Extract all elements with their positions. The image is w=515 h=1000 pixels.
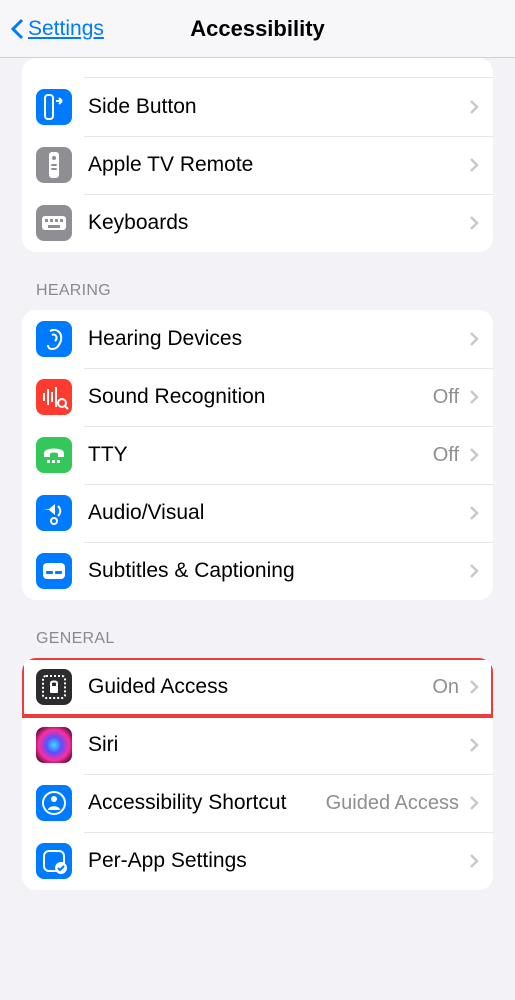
settings-group-card: Side Button Apple TV Remote Keyboards [22, 58, 493, 252]
content-scroll[interactable]: Side Button Apple TV Remote Keyboards HEARI… [0, 58, 515, 1000]
row-guided-access[interactable]: Guided AccessOn [22, 658, 493, 716]
chevron-right-icon [469, 389, 479, 405]
row-value: On [432, 676, 459, 699]
row-tty[interactable]: TTYOff [22, 426, 493, 484]
row-sound-recognition[interactable]: Sound RecognitionOff [22, 368, 493, 426]
app-check-icon [36, 843, 72, 879]
row-accessibility-shortcut[interactable]: Accessibility ShortcutGuided Access [22, 774, 493, 832]
lock-frame-icon [36, 669, 72, 705]
row-label: Guided Access [88, 674, 432, 699]
row-label: TTY [88, 442, 433, 467]
row-hearing-devices[interactable]: Hearing Devices [22, 310, 493, 368]
row-value: Off [433, 444, 459, 467]
chevron-right-icon [469, 157, 479, 173]
waveform-icon [36, 379, 72, 415]
settings-group-card: Hearing DevicesSound RecognitionOffTTYOf… [22, 310, 493, 600]
row-per-app-settings[interactable]: Per-App Settings [22, 832, 493, 890]
settings-group-card: Guided AccessOnSiriAccessibility Shortcu… [22, 658, 493, 890]
row-label: Apple TV Remote [88, 152, 469, 177]
row-value: Guided Access [326, 792, 459, 815]
row-subtitles[interactable]: Subtitles & Captioning [22, 542, 493, 600]
chevron-right-icon [469, 99, 479, 115]
row-side-button[interactable]: Side Button [22, 78, 493, 136]
group-header: HEARING [22, 282, 493, 310]
row-keyboards[interactable]: Keyboards [22, 194, 493, 252]
row-label: Subtitles & Captioning [88, 558, 469, 583]
caption-icon [36, 553, 72, 589]
chevron-right-icon [469, 505, 479, 521]
row-apple-tv-remote[interactable]: Apple TV Remote [22, 136, 493, 194]
row-label: Siri [88, 732, 469, 757]
speaker-eye-icon [36, 495, 72, 531]
group-header: GENERAL [22, 630, 493, 658]
tty-icon [36, 437, 72, 473]
chevron-right-icon [469, 795, 479, 811]
remote-icon [36, 147, 72, 183]
chevron-right-icon [469, 331, 479, 347]
row-value: Off [433, 386, 459, 409]
keyboard-icon [36, 205, 72, 241]
row-label: Per-App Settings [88, 848, 469, 873]
chevron-right-icon [469, 563, 479, 579]
chevron-right-icon [469, 447, 479, 463]
row-label: Accessibility Shortcut [88, 790, 326, 815]
chevron-right-icon [469, 679, 479, 695]
chevron-right-icon [469, 853, 479, 869]
back-button[interactable]: Settings [10, 17, 104, 41]
row-label: Side Button [88, 94, 469, 119]
nav-bar: Settings Accessibility [0, 0, 515, 58]
back-label: Settings [28, 17, 104, 41]
row-label: Keyboards [88, 210, 469, 235]
siri-icon [36, 727, 72, 763]
row-audio-visual[interactable]: Audio/Visual [22, 484, 493, 542]
side-button-icon [36, 89, 72, 125]
row-siri[interactable]: Siri [22, 716, 493, 774]
chevron-left-icon [10, 18, 24, 40]
row-label: Hearing Devices [88, 326, 469, 351]
chevron-right-icon [469, 737, 479, 753]
person-circle-icon [36, 785, 72, 821]
row-label: Sound Recognition [88, 384, 433, 409]
chevron-right-icon [469, 215, 479, 231]
row-label: Audio/Visual [88, 500, 469, 525]
ear-icon [36, 321, 72, 357]
page-title: Accessibility [190, 16, 325, 42]
